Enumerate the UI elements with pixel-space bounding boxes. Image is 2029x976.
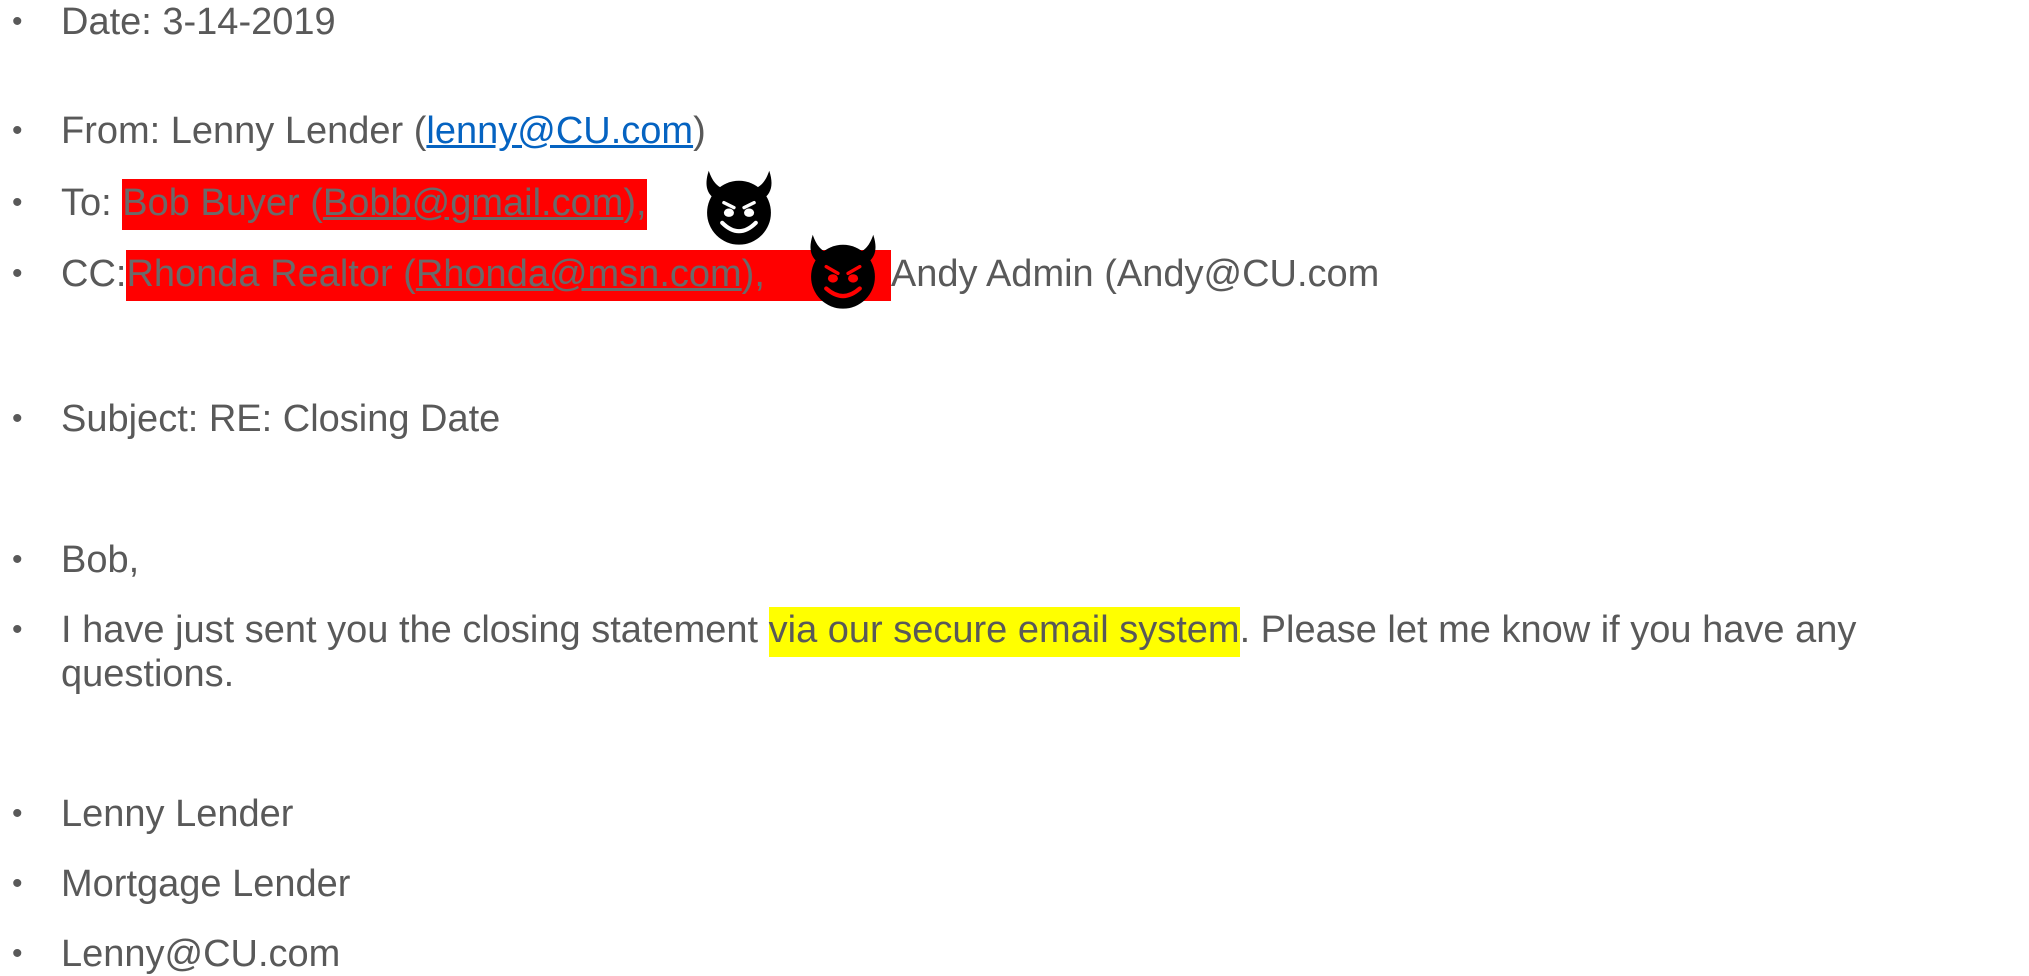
from-suffix: ) xyxy=(693,110,706,152)
cc-prefix: CC: xyxy=(61,253,127,295)
cc-name: Rhonda Realtor ( xyxy=(126,253,416,295)
smiling-devil-icon xyxy=(697,164,781,248)
body-after: . Please let me know if you have any xyxy=(1239,609,1857,651)
to-field: To: Bob Buyer (Bobb@gmail.com), xyxy=(61,179,647,230)
cc-suffix: ), xyxy=(741,253,765,295)
cc-field: CC:Rhonda Realtor (Rhonda@msn.com), Andy … xyxy=(61,250,1380,301)
body-text: I have just sent you the closing stateme… xyxy=(61,607,1857,657)
bullet: • xyxy=(12,5,23,38)
bullet: • xyxy=(12,797,23,830)
subject-text: Subject: RE: Closing Date xyxy=(61,398,501,440)
body-before: I have just sent you the closing stateme… xyxy=(61,609,769,651)
signature-name: Lenny Lender xyxy=(61,793,294,835)
cc-rest: Andy Admin (Andy@CU.com xyxy=(890,253,1380,295)
angry-devil-icon xyxy=(801,228,885,312)
greeting-text: Bob, xyxy=(61,539,140,581)
to-redaction: Bob Buyer (Bobb@gmail.com), xyxy=(122,179,647,230)
body-highlight: via our secure email system xyxy=(768,607,1240,657)
bullet: • xyxy=(12,613,23,646)
bullet: • xyxy=(12,867,23,900)
to-suffix: ), xyxy=(623,182,647,224)
to-name: Bob Buyer ( xyxy=(122,182,323,224)
cc-redaction: Rhonda Realtor (Rhonda@msn.com), xyxy=(126,250,891,301)
bullet: • xyxy=(12,402,23,435)
cc-email-link[interactable]: Rhonda@msn.com xyxy=(416,253,742,295)
to-prefix: To: xyxy=(61,182,123,224)
signature-email: Lenny@CU.com xyxy=(61,933,341,975)
from-field: From: Lenny Lender (lenny@CU.com) xyxy=(61,109,706,153)
from-prefix: From: Lenny Lender ( xyxy=(61,110,427,152)
body-wrap-text: questions. xyxy=(61,653,235,695)
date-text: Date: 3-14-2019 xyxy=(61,1,336,43)
bullet: • xyxy=(12,937,23,970)
bullet: • xyxy=(12,543,23,576)
bullet: • xyxy=(12,186,23,219)
signature-title: Mortgage Lender xyxy=(61,863,351,905)
bullet: • xyxy=(12,257,23,290)
bullet: • xyxy=(12,114,23,147)
to-email-link[interactable]: Bobb@gmail.com xyxy=(323,182,623,224)
from-email-link[interactable]: lenny@CU.com xyxy=(426,110,693,152)
